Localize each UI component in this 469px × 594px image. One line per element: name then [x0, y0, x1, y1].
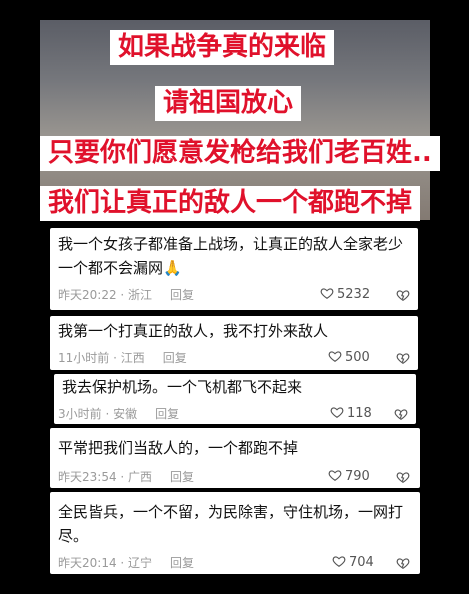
comment-text: 全民皆兵，一个不留，为民除害，守住机场，一网打尽。 [58, 503, 404, 545]
comment-time-location: 11小时前 · 江西 [58, 351, 145, 365]
reply-button[interactable]: 回复 [170, 288, 194, 302]
like-button[interactable]: 5232 [320, 286, 370, 302]
heart-icon [320, 288, 334, 299]
reply-button[interactable]: 回复 [163, 351, 187, 365]
like-count: 118 [347, 406, 372, 421]
comment-time-location: 昨天20:22 · 浙江 [58, 288, 153, 302]
banner-caption-4: 我们让真正的敌人一个都跑不掉 [40, 186, 421, 222]
comment-card: 我去保护机场。一个飞机都飞不起来 3小时前 · 安徽 回复 118 [54, 374, 416, 424]
heart-icon [328, 470, 342, 481]
heart-icon [330, 407, 344, 418]
like-count: 704 [349, 555, 374, 570]
comment-meta: 昨天20:14 · 辽宁 回复 [58, 554, 194, 571]
comment-meta: 昨天23:54 · 广西 回复 [58, 468, 194, 485]
like-count: 500 [345, 350, 370, 365]
like-button[interactable]: 790 [328, 468, 370, 484]
like-count: 790 [345, 469, 370, 484]
comment-time-location: 昨天23:54 · 广西 [58, 470, 153, 484]
heart-icon [328, 351, 342, 362]
comment-meta: 3小时前 · 安徽 回复 [58, 405, 179, 422]
comment-meta: 11小时前 · 江西 回复 [58, 349, 187, 366]
heart-icon [332, 556, 346, 567]
like-count: 5232 [337, 287, 371, 302]
dislike-icon[interactable] [396, 556, 410, 570]
reply-button[interactable]: 回复 [155, 407, 179, 421]
banner-caption-1: 如果战争真的来临 [110, 30, 335, 66]
comment-card: 平常把我们当敌人的，一个都跑不掉 昨天23:54 · 广西 回复 790 [50, 428, 420, 488]
banner-caption-3: 只要你们愿意发枪给我们老百姓.. [40, 136, 440, 172]
comment-text: 平常把我们当敌人的，一个都跑不掉 [58, 439, 299, 457]
comment-meta: 昨天20:22 · 浙江 回复 [58, 286, 194, 303]
like-button[interactable]: 500 [328, 349, 370, 365]
like-button[interactable]: 118 [330, 405, 372, 421]
comment-time-location: 昨天20:14 · 辽宁 [58, 556, 153, 570]
dislike-icon[interactable] [396, 351, 410, 365]
reply-button[interactable]: 回复 [170, 470, 194, 484]
comment-text: 我一个女孩子都准备上战场，让真正的敌人全家老少一个都不会漏网🙏 [58, 235, 404, 277]
comment-card: 全民皆兵，一个不留，为民除害，守住机场，一网打尽。 昨天20:14 · 辽宁 回复… [50, 492, 420, 574]
dislike-icon[interactable] [396, 470, 410, 484]
reply-button[interactable]: 回复 [170, 556, 194, 570]
comment-time-location: 3小时前 · 安徽 [58, 407, 138, 421]
dislike-icon[interactable] [394, 407, 408, 421]
comment-text: 我去保护机场。一个飞机都飞不起来 [62, 378, 303, 396]
banner-caption-2: 请祖国放心 [155, 86, 302, 122]
dislike-icon[interactable] [396, 288, 410, 302]
comment-card: 我一个女孩子都准备上战场，让真正的敌人全家老少一个都不会漏网🙏 昨天20:22 … [50, 228, 418, 310]
comment-card: 我第一个打真正的敌人，我不打外来敌人 11小时前 · 江西 回复 500 [50, 316, 418, 370]
like-button[interactable]: 704 [332, 554, 374, 570]
comment-text: 我第一个打真正的敌人，我不打外来敌人 [58, 322, 329, 340]
